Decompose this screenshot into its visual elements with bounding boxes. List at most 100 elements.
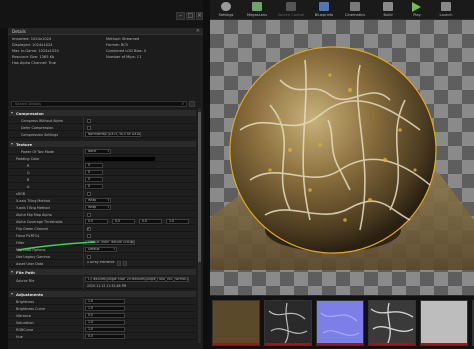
settings-button[interactable]: Settings (212, 1, 240, 19)
legacy-gamma-checkbox[interactable] (87, 255, 91, 259)
launch-label: Launch (439, 13, 453, 17)
hue-field[interactable]: 0.0 (85, 334, 125, 339)
coverage-w-field[interactable]: 1.0 (166, 219, 189, 224)
saturation-row: Saturation 1.0 (9, 319, 196, 326)
row-label: X-axis Tiling Method (16, 199, 51, 203)
srgb-checkbox[interactable] (87, 192, 91, 196)
scrollbar-thumb[interactable] (198, 112, 201, 262)
source-control-button[interactable]: Source Control (274, 1, 308, 19)
max-ingame-info: Max In-Game: 1024x1024 (12, 49, 59, 53)
compress-without-alpha-checkbox[interactable] (87, 119, 91, 123)
force-pvrtc4-checkbox[interactable] (87, 234, 91, 238)
settings-label: Settings (218, 13, 234, 17)
redacted-color-swatch[interactable] (85, 157, 155, 161)
close-window-button[interactable]: × (196, 12, 203, 20)
padding-a-field[interactable]: 0 (85, 184, 103, 189)
padding-g-row: G 0 (9, 169, 196, 176)
maximize-button[interactable]: □ (186, 12, 195, 20)
texture-section-title: Texture (16, 142, 33, 147)
source-file-date: 2020.11.13 11:32:48 PM (87, 284, 127, 288)
x-tiling-dropdown[interactable]: Wrap (85, 198, 111, 203)
search-icon: ⌕ (181, 102, 184, 107)
row-label: Y-axis Tiling Method (16, 206, 50, 210)
defer-compression-checkbox[interactable] (87, 126, 91, 130)
force-pvrtc4-row: Force PVRTC4 (9, 232, 196, 239)
details-tab[interactable]: Details × (8, 28, 203, 35)
thumbnail-displacement[interactable] (420, 300, 468, 346)
thumbnail-basecolor-partial[interactable] (212, 300, 260, 346)
megascans-button[interactable]: Megascans (243, 1, 271, 19)
material-preview-viewport[interactable] (210, 20, 474, 295)
thumbnail-roughness[interactable] (264, 300, 312, 346)
vibrance-field[interactable]: 0.0 (85, 313, 125, 318)
row-label: Saturation (16, 321, 34, 325)
coverage-x-field[interactable]: 0.0 (85, 219, 108, 224)
coverage-y-field[interactable]: 0.0 (112, 219, 135, 224)
padding-r-field[interactable]: 0 (85, 163, 103, 168)
legacy-gamma-row: Use Legacy Gamma (9, 253, 196, 260)
saturation-field[interactable]: 1.0 (85, 320, 125, 325)
resource-size-info: Resource Size: 1365 Kb (12, 55, 55, 59)
source-file-path-field[interactable]: C:/Textures/Jungle Floor 2d textures/Jun… (85, 277, 189, 282)
file-path-section-header[interactable]: ▾ File Path (9, 269, 196, 275)
imported-info: Imported: 1024x1024 (12, 37, 52, 41)
rgbcurve-field[interactable]: 1.0 (85, 327, 125, 332)
method-info: Method: Streamed (106, 37, 140, 41)
power-of-two-dropdown[interactable]: None (85, 149, 111, 154)
play-button[interactable]: Play (403, 1, 431, 19)
build-button[interactable]: Build (374, 1, 402, 19)
row-label: Compression Settings (21, 133, 58, 137)
adjustments-section-title: Adjustments (16, 292, 44, 297)
vibrance-row: Vibrance 0.0 (9, 312, 196, 319)
row-label: RGBCurve (16, 328, 34, 332)
launch-button[interactable]: Launch (432, 1, 460, 19)
thumbnail-cavity[interactable] (368, 300, 416, 346)
hue-row: Hue 0.0 (9, 333, 196, 340)
brightness-curve-field[interactable]: 1.0 (85, 306, 125, 311)
coverage-z-field[interactable]: 0.0 (139, 219, 162, 224)
details-scrollbar[interactable] (198, 108, 201, 343)
rgbcurve-row: RGBCurve 1.0 (9, 326, 196, 333)
search-input[interactable]: Search Details ⌕ (11, 101, 187, 107)
texture-section-header[interactable]: ▾ Texture (9, 141, 196, 147)
view-options-button[interactable] (189, 101, 195, 107)
padding-g-field[interactable]: 0 (85, 170, 103, 175)
adjustments-section-header[interactable]: ▾ Adjustments (9, 291, 196, 297)
row-label: Force PVRTC4 (16, 234, 40, 238)
y-tiling-dropdown[interactable]: Wrap (85, 205, 111, 210)
brightness-field[interactable]: 1.0 (85, 299, 125, 304)
close-icon[interactable]: × (196, 28, 200, 34)
row-label: R (27, 164, 30, 168)
minimize-button[interactable]: – (176, 12, 185, 20)
filter-dropdown[interactable]: Default (from Texture Group) (85, 240, 135, 245)
row-label: Use Legacy Gamma (16, 255, 50, 259)
padding-b-field[interactable]: 0 (85, 177, 103, 182)
mip-load-dropdown[interactable]: Default (85, 247, 117, 252)
compression-section-header[interactable]: ▾ Compression (9, 110, 196, 116)
preview-scene (210, 46, 474, 270)
left-toolbar-area: – □ × (0, 0, 203, 28)
source-control-label: Source Control (277, 13, 305, 17)
y-tiling-row: Y-axis Tiling Method Wrap (9, 204, 196, 211)
cinematics-label: Cinematics (345, 13, 365, 17)
alpha-mip-checkbox[interactable] (87, 213, 91, 217)
blueprints-button[interactable]: Blueprints (310, 1, 338, 19)
flip-green-row: Flip Green Channel (9, 225, 196, 232)
flip-green-checkbox[interactable] (87, 226, 91, 231)
alpha-mip-row: Alpha Mip Map Alpha (9, 211, 196, 218)
combined-lod-info: Combined LOD Bias: 0 (106, 49, 147, 53)
row-label: Defer Compression (21, 126, 54, 130)
details-tab-label: Details (12, 29, 26, 34)
brightness-row: Brightness 1.0 (9, 298, 196, 305)
num-mips-info: Number of Mips: 11 (106, 55, 142, 59)
add-element-icon[interactable] (117, 261, 121, 266)
compression-settings-dropdown[interactable]: Normalmap (DXT5, BC5 on DX11) (85, 132, 141, 137)
row-label: Filter (16, 241, 25, 245)
delete-elements-icon[interactable] (123, 261, 127, 266)
row-label: B (27, 178, 30, 182)
thumbnail-normal-map[interactable] (316, 300, 364, 346)
cinematics-button[interactable]: Cinematics (341, 1, 369, 19)
source-file-row: Source File C:/Textures/Jungle Floor 2d … (9, 276, 196, 289)
chevron-down-icon: ▾ (11, 269, 14, 274)
row-label: Brightness Curve (16, 307, 46, 311)
